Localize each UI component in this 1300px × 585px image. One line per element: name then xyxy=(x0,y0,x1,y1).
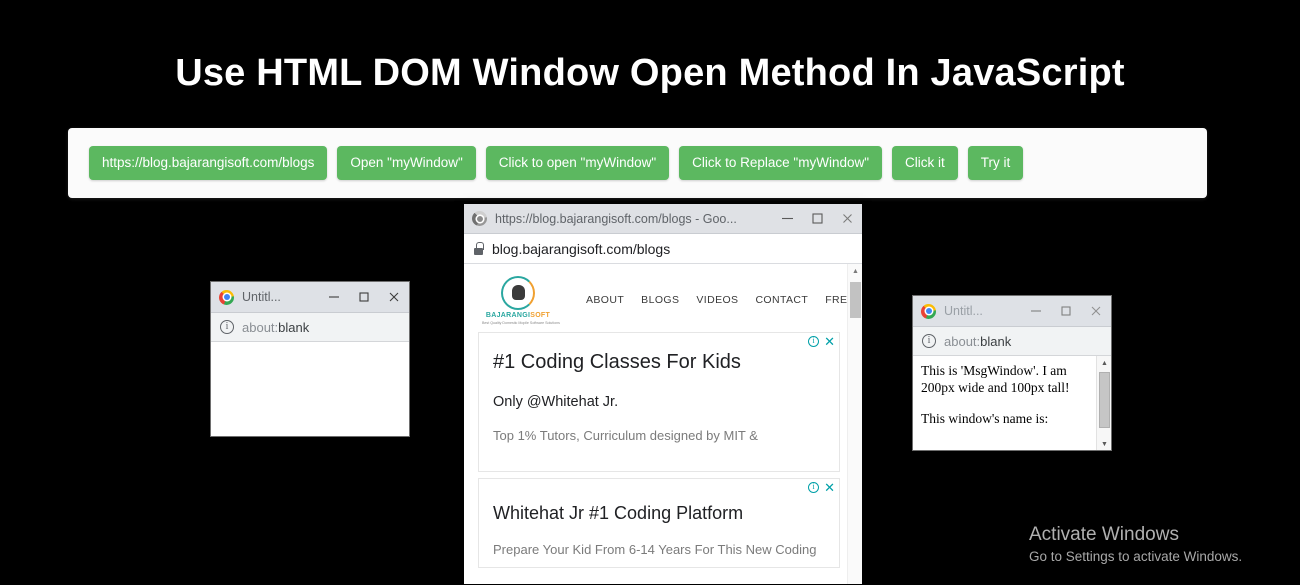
page-title: Use HTML DOM Window Open Method In JavaS… xyxy=(175,52,1125,94)
window-title: Untitl... xyxy=(944,304,983,318)
page-viewport: BAJARANGISOFT Best Quality Domestic Mopi… xyxy=(464,264,862,584)
address-text: blog.bajarangisoft.com/blogs xyxy=(492,240,671,257)
close-icon[interactable] xyxy=(832,204,862,234)
ad-badges: ✕ xyxy=(808,481,835,494)
nav-item-about[interactable]: ABOUT xyxy=(586,294,624,306)
scroll-thumb[interactable] xyxy=(1099,372,1110,428)
popup-window-left[interactable]: Untitl... about:blank xyxy=(210,281,410,437)
titlebar[interactable]: Untitl... xyxy=(211,282,409,313)
address-bar[interactable]: about:blank xyxy=(211,313,409,342)
logo-word-1: BAJARANGI xyxy=(485,311,531,319)
open-url-button[interactable]: https://blog.bajarangisoft.com/blogs xyxy=(89,146,328,180)
logo-word-2: SOFT xyxy=(530,311,551,319)
logo-tagline: Best Quality Domestic Mopile Software So… xyxy=(482,320,560,325)
watermark-title: Activate Windows xyxy=(1029,524,1179,545)
url-scheme: about: xyxy=(944,333,981,349)
site-nav: ABOUT BLOGS VIDEOS CONTACT FREE DESIGN xyxy=(586,294,862,306)
nav-item-contact[interactable]: CONTACT xyxy=(755,294,808,306)
ad-close-icon[interactable]: ✕ xyxy=(824,481,835,494)
url-scheme: about: xyxy=(242,319,279,335)
address-bar[interactable]: about:blank xyxy=(913,327,1111,356)
ad-description: Prepare Your Kid From 6-14 Years For Thi… xyxy=(493,542,817,557)
click-to-open-mywindow-button[interactable]: Click to open "myWindow" xyxy=(485,146,670,180)
click-it-button[interactable]: Click it xyxy=(892,146,958,180)
window-controls xyxy=(319,282,409,313)
ad-description: Top 1% Tutors, Curriculum designed by MI… xyxy=(493,428,758,443)
browser-window-main[interactable]: https://blog.bajarangisoft.com/blogs - G… xyxy=(463,203,863,585)
ad-title[interactable]: #1 Coding Classes For Kids xyxy=(493,351,825,374)
popup-left-body xyxy=(211,342,409,436)
lock-icon xyxy=(473,242,484,255)
minimize-icon[interactable] xyxy=(772,204,802,234)
scroll-up-icon[interactable]: ▲ xyxy=(848,264,862,278)
ad-title[interactable]: Whitehat Jr #1 Coding Platform xyxy=(493,503,825,524)
ad-card-1[interactable]: ✕ #1 Coding Classes For Kids Only @White… xyxy=(478,332,840,472)
scroll-thumb[interactable] xyxy=(850,282,861,318)
ad-badges: ✕ xyxy=(808,335,835,348)
popup-right-body: This is 'MsgWindow'. I am 200px wide and… xyxy=(913,356,1111,450)
logo-wordmark: BAJARANGISOFT xyxy=(482,312,554,319)
window-controls xyxy=(772,204,862,234)
open-mywindow-button[interactable]: Open "myWindow" xyxy=(337,146,476,180)
popup-right-scrollbar[interactable]: ▲ ▼ xyxy=(1096,356,1111,450)
ad-card-2[interactable]: ✕ Whitehat Jr #1 Coding Platform Prepare… xyxy=(478,478,840,568)
chrome-logo-icon xyxy=(472,211,487,226)
ad-subtitle: Only @Whitehat Jr. xyxy=(493,394,619,410)
page-info-icon[interactable] xyxy=(922,334,936,348)
message-line-2: This window's name is: xyxy=(921,411,1049,426)
watermark-subtitle: Go to Settings to activate Windows. xyxy=(1029,549,1243,564)
click-to-replace-mywindow-button[interactable]: Click to Replace "myWindow" xyxy=(679,146,883,180)
titlebar[interactable]: https://blog.bajarangisoft.com/blogs - G… xyxy=(464,204,862,234)
maximize-icon[interactable] xyxy=(802,204,832,234)
address-text: about:blank xyxy=(944,334,1011,349)
url-path: blank xyxy=(278,319,310,335)
scroll-up-icon[interactable]: ▲ xyxy=(1097,356,1111,371)
close-icon[interactable] xyxy=(1081,296,1111,327)
page-scrollbar[interactable]: ▲ xyxy=(847,264,862,584)
activate-windows-watermark: Activate Windows Go to Settings to activ… xyxy=(1029,524,1242,564)
popup-window-right[interactable]: Untitl... about:blank This is 'MsgWindow… xyxy=(912,295,1112,451)
try-it-button[interactable]: Try it xyxy=(967,146,1024,180)
titlebar[interactable]: Untitl... xyxy=(913,296,1111,327)
maximize-icon[interactable] xyxy=(349,282,379,313)
message-line-1: This is 'MsgWindow'. I am 200px wide and… xyxy=(921,363,1070,395)
window-title: https://blog.bajarangisoft.com/blogs - G… xyxy=(495,211,737,226)
close-icon[interactable] xyxy=(379,282,409,313)
ad-info-icon[interactable] xyxy=(808,481,820,493)
ad-info-icon[interactable] xyxy=(808,335,820,347)
url-path: blank xyxy=(980,333,1012,349)
site-header: BAJARANGISOFT Best Quality Domestic Mopi… xyxy=(464,264,862,332)
nav-item-blogs[interactable]: BLOGS xyxy=(641,294,679,306)
button-panel: https://blog.bajarangisoft.com/blogs Ope… xyxy=(68,128,1207,198)
address-text: about:blank xyxy=(242,320,309,335)
maximize-icon[interactable] xyxy=(1051,296,1081,327)
window-controls xyxy=(1021,296,1111,327)
chrome-logo-icon xyxy=(219,289,234,305)
minimize-icon[interactable] xyxy=(319,282,349,313)
bajarangi-logo-icon xyxy=(501,275,535,310)
address-bar[interactable]: blog.bajarangisoft.com/blogs xyxy=(464,234,862,264)
chrome-logo-icon xyxy=(921,303,936,319)
page-info-icon[interactable] xyxy=(220,320,234,334)
window-title: Untitl... xyxy=(242,290,281,304)
minimize-icon[interactable] xyxy=(1021,296,1051,327)
nav-item-videos[interactable]: VIDEOS xyxy=(696,294,738,306)
scroll-down-icon[interactable]: ▼ xyxy=(1097,437,1111,450)
ad-close-icon[interactable]: ✕ xyxy=(824,335,835,348)
site-logo[interactable]: BAJARANGISOFT Best Quality Domestic Mopi… xyxy=(482,275,560,325)
